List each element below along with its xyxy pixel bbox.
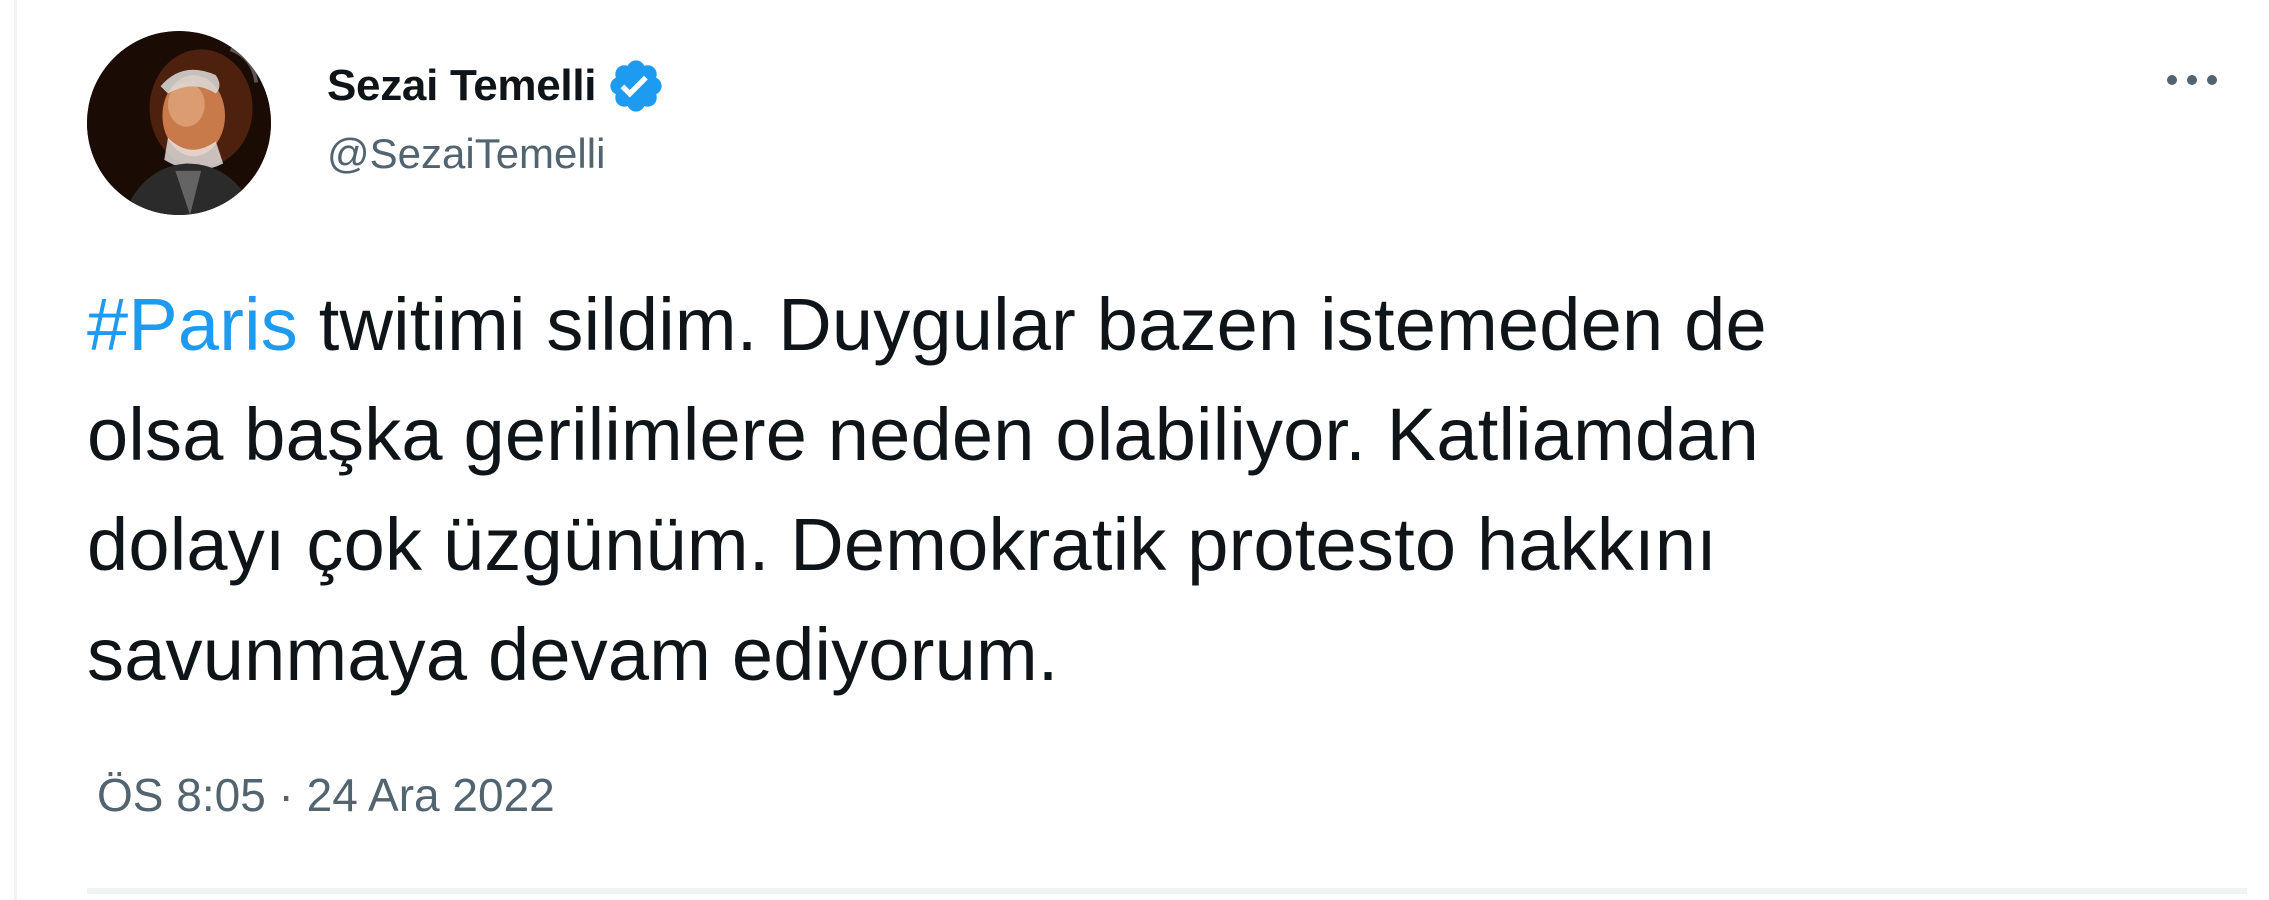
display-name[interactable]: Sezai Temelli (327, 61, 597, 111)
hashtag-link[interactable]: #Paris (87, 283, 298, 366)
divider (87, 888, 2247, 894)
tweet-header: Sezai Temelli @SezaiTemelli (87, 28, 2227, 218)
display-name-row: Sezai Temelli (327, 56, 666, 116)
tweet-text-line: #Paris twitimi sildim. Duygular bazen is… (87, 270, 2227, 380)
tweet-card[interactable]: Sezai Temelli @SezaiTemelli #Paris twiti… (14, 0, 2269, 900)
tweet-text-line: savunmaya devam ediyorum. (87, 613, 1059, 696)
author-handle[interactable]: @SezaiTemelli (327, 130, 666, 178)
tweet-text-line: dolayı çok üzgünüm. Demokratik protesto … (87, 503, 1717, 586)
more-dots-icon[interactable] (2157, 60, 2227, 100)
tweet-text-line: olsa başka gerilimlere neden olabiliyor.… (87, 393, 1760, 476)
author-names: Sezai Temelli @SezaiTemelli (327, 56, 666, 178)
tweet-text: #Paris twitimi sildim. Duygular bazen is… (87, 270, 2227, 710)
avatar-image (87, 31, 271, 215)
tweet-text-segment: twitimi sildim. Duygular bazen istemeden… (297, 283, 1767, 366)
verified-badge-icon (606, 56, 666, 116)
tweet-timestamp[interactable]: ÖS 8:05 · 24 Ara 2022 (97, 768, 555, 822)
avatar[interactable] (87, 31, 271, 215)
